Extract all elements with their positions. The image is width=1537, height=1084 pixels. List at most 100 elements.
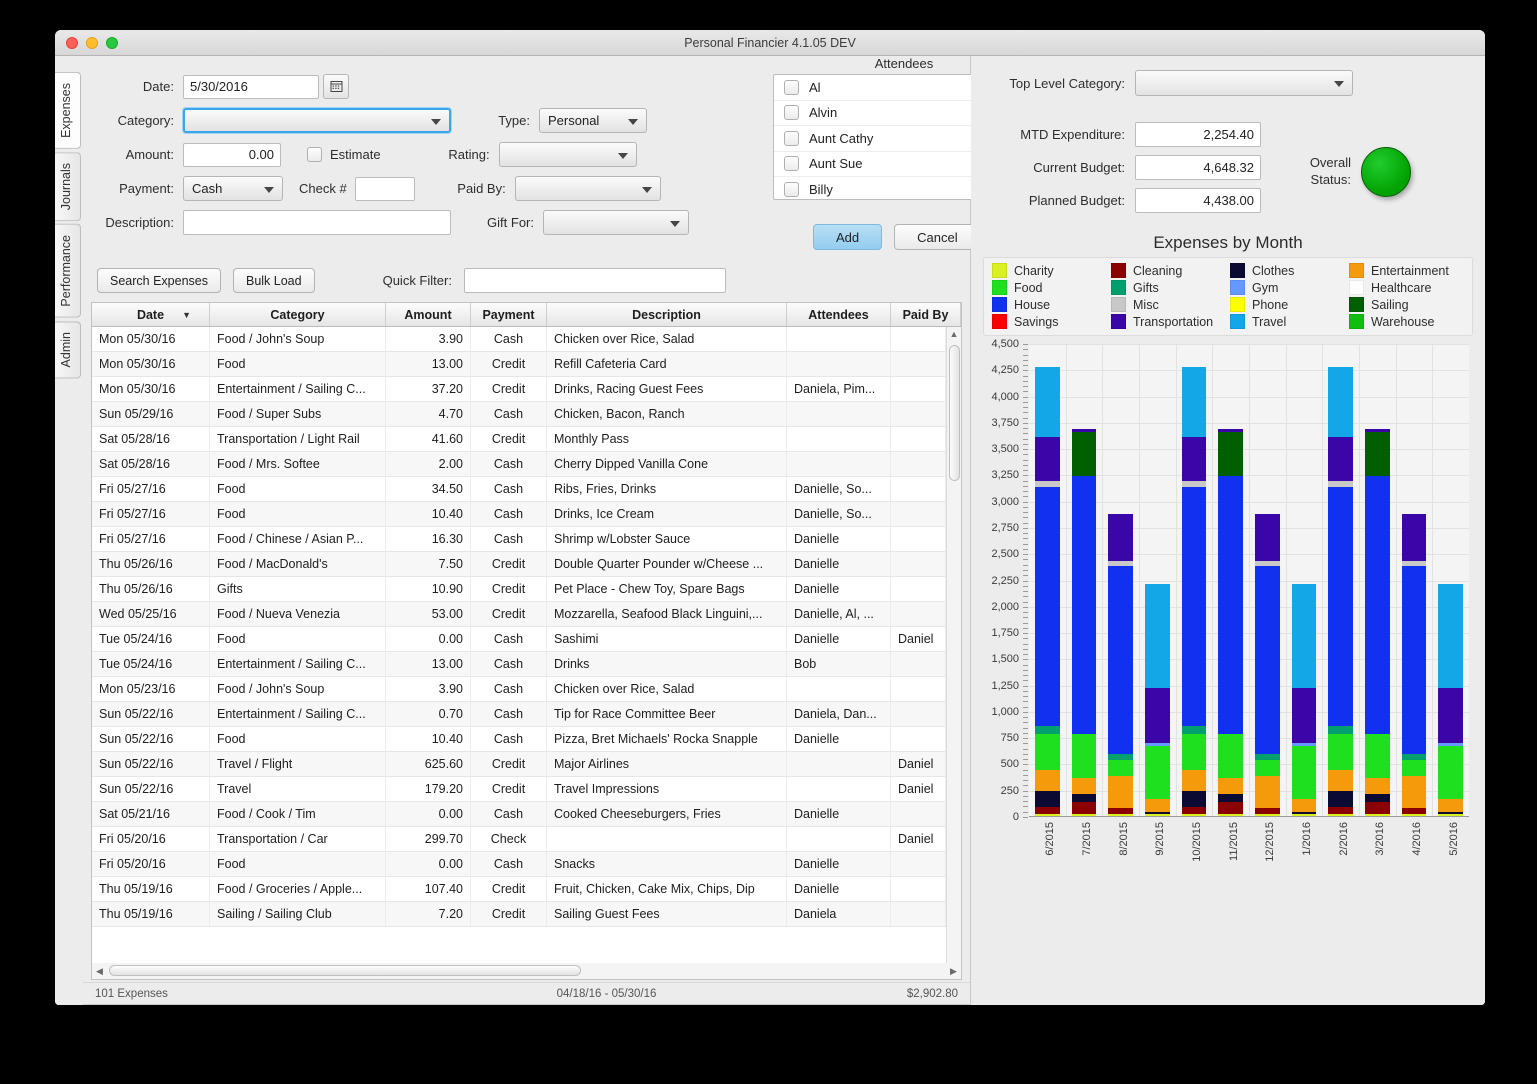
scroll-right-icon[interactable]: ▶ xyxy=(946,966,961,977)
chart-bar[interactable] xyxy=(1145,583,1170,816)
rating-select[interactable] xyxy=(499,142,637,167)
chart-bar[interactable] xyxy=(1035,367,1060,816)
table-row[interactable]: Fri 05/20/16Transportation / Car299.70Ch… xyxy=(92,827,946,852)
top-level-category-select[interactable] xyxy=(1135,70,1353,96)
chart-bar[interactable] xyxy=(1072,429,1097,816)
search-expenses-button[interactable]: Search Expenses xyxy=(97,268,221,293)
table-row[interactable]: Mon 05/30/16Entertainment / Sailing C...… xyxy=(92,377,946,402)
y-axis-minor-tick xyxy=(1023,481,1028,482)
cancel-button[interactable]: Cancel xyxy=(894,224,980,250)
column-header-amount[interactable]: Amount xyxy=(386,303,471,326)
table-row[interactable]: Fri 05/27/16Food10.40CashDrinks, Ice Cre… xyxy=(92,502,946,527)
scroll-left-icon[interactable]: ◀ xyxy=(92,966,107,977)
add-button[interactable]: Add xyxy=(813,224,882,250)
attendee-checkbox[interactable] xyxy=(784,131,799,146)
table-row[interactable]: Sat 05/28/16Transportation / Light Rail4… xyxy=(92,427,946,452)
column-header-paid-by[interactable]: Paid By xyxy=(891,303,961,326)
attendee-checkbox[interactable] xyxy=(784,105,799,120)
close-button[interactable] xyxy=(66,37,78,49)
category-select[interactable] xyxy=(183,108,451,133)
attendee-checkbox[interactable] xyxy=(784,182,799,197)
status-date-range: 04/18/16 - 05/30/16 xyxy=(435,988,778,1000)
column-header-payment[interactable]: Payment xyxy=(471,303,547,326)
table-row[interactable]: Mon 05/23/16Food / John's Soup3.90CashCh… xyxy=(92,677,946,702)
table-row[interactable]: Sat 05/28/16Food / Mrs. Softee2.00CashCh… xyxy=(92,452,946,477)
cell-amount: 16.30 xyxy=(386,527,471,551)
scrollbar-thumb[interactable] xyxy=(949,345,960,481)
check-number-input[interactable] xyxy=(355,177,415,201)
column-header-category[interactable]: Category xyxy=(210,303,386,326)
table-row[interactable]: Sun 05/22/16Travel / Flight625.60CreditM… xyxy=(92,752,946,777)
cell-attendees: Daniela, Pim... xyxy=(787,377,891,401)
y-axis-minor-tick xyxy=(1023,517,1028,518)
table-row[interactable]: Sun 05/22/16Entertainment / Sailing C...… xyxy=(92,702,946,727)
table-row[interactable]: Tue 05/24/16Food0.00CashSashimiDanielleD… xyxy=(92,627,946,652)
scroll-up-icon[interactable]: ▲ xyxy=(947,327,961,341)
table-row[interactable]: Thu 05/19/16Sailing / Sailing Club7.20Cr… xyxy=(92,902,946,927)
table-row[interactable]: Sun 05/22/16Travel179.20CreditTravel Imp… xyxy=(92,777,946,802)
chart-bar[interactable] xyxy=(1365,429,1390,816)
table-horizontal-scrollbar[interactable]: ◀ ▶ xyxy=(91,963,962,980)
chart-bar-segment xyxy=(1402,566,1427,753)
y-axis-minor-tick xyxy=(1023,502,1028,503)
chart-bar[interactable] xyxy=(1182,367,1207,816)
chart-bar-segment xyxy=(1035,437,1060,481)
table-row[interactable]: Thu 05/19/16Food / Groceries / Apple...1… xyxy=(92,877,946,902)
tab-admin[interactable]: Admin xyxy=(55,321,81,378)
cell-amount: 2.00 xyxy=(386,452,471,476)
date-input[interactable]: 5/30/2016 xyxy=(183,75,319,99)
bulk-load-button[interactable]: Bulk Load xyxy=(233,268,315,293)
scrollbar-thumb[interactable] xyxy=(109,965,581,976)
table-row[interactable]: Wed 05/25/16Food / Nueva Venezia53.00Cre… xyxy=(92,602,946,627)
attendee-checkbox[interactable] xyxy=(784,156,799,171)
estimate-checkbox[interactable] xyxy=(307,147,322,162)
y-axis-minor-tick xyxy=(1023,738,1028,739)
table-row[interactable]: Thu 05/26/16Food / MacDonald's7.50Credit… xyxy=(92,552,946,577)
chart-bar[interactable] xyxy=(1255,514,1280,816)
description-label: Description: xyxy=(97,215,183,230)
amount-input[interactable]: 0.00 xyxy=(183,143,281,167)
y-axis-tick-label: 1,750 xyxy=(991,627,1019,639)
table-row[interactable]: Tue 05/24/16Entertainment / Sailing C...… xyxy=(92,652,946,677)
y-axis-minor-tick xyxy=(1023,596,1028,597)
chart-bar[interactable] xyxy=(1438,583,1463,816)
y-axis-minor-tick xyxy=(1023,428,1028,429)
table-vertical-scrollbar[interactable]: ▲ xyxy=(946,327,961,963)
table-row[interactable]: Fri 05/27/16Food / Chinese / Asian P...1… xyxy=(92,527,946,552)
minimize-button[interactable] xyxy=(86,37,98,49)
maximize-button[interactable] xyxy=(106,37,118,49)
tab-expenses[interactable]: Expenses xyxy=(55,72,81,149)
expenses-toolbar: Search Expenses Bulk Load Quick Filter: xyxy=(83,268,970,302)
chart-bar[interactable] xyxy=(1328,367,1353,816)
gift-for-select[interactable] xyxy=(543,210,689,235)
column-header-date[interactable]: Date ▼ xyxy=(92,303,210,326)
chart-bar[interactable] xyxy=(1292,583,1317,816)
chart-bar[interactable] xyxy=(1108,514,1133,816)
tab-performance[interactable]: Performance xyxy=(55,224,81,318)
table-row[interactable]: Fri 05/27/16Food34.50CashRibs, Fries, Dr… xyxy=(92,477,946,502)
table-row[interactable]: Sat 05/21/16Food / Cook / Tim0.00CashCoo… xyxy=(92,802,946,827)
payment-select[interactable]: Cash xyxy=(183,176,283,201)
table-row[interactable]: Mon 05/30/16Food13.00CreditRefill Cafete… xyxy=(92,352,946,377)
chart-bar[interactable] xyxy=(1218,429,1243,816)
calendar-icon[interactable] xyxy=(323,74,349,99)
table-row[interactable]: Fri 05/20/16Food0.00CashSnacksDanielle xyxy=(92,852,946,877)
table-row[interactable]: Thu 05/26/16Gifts10.90CreditPet Place - … xyxy=(92,577,946,602)
table-row[interactable]: Sun 05/29/16Food / Super Subs4.70CashChi… xyxy=(92,402,946,427)
chart-bar-segment xyxy=(1402,514,1427,561)
paid-by-select[interactable] xyxy=(515,176,661,201)
tab-journals[interactable]: Journals xyxy=(55,152,81,221)
cell-date: Sat 05/28/16 xyxy=(92,452,210,476)
chart-bar-segment xyxy=(1218,476,1243,734)
table-row[interactable]: Sun 05/22/16Food10.40CashPizza, Bret Mic… xyxy=(92,727,946,752)
column-header-description[interactable]: Description xyxy=(547,303,787,326)
chart-bar[interactable] xyxy=(1402,514,1427,816)
column-header-attendees[interactable]: Attendees xyxy=(787,303,891,326)
quick-filter-input[interactable] xyxy=(464,268,726,293)
legend-item: Food xyxy=(992,280,1107,295)
type-select[interactable]: Personal xyxy=(539,108,647,133)
y-axis-minor-tick xyxy=(1023,533,1028,534)
attendee-checkbox[interactable] xyxy=(784,80,799,95)
table-row[interactable]: Mon 05/30/16Food / John's Soup3.90CashCh… xyxy=(92,327,946,352)
description-input[interactable] xyxy=(183,210,451,235)
